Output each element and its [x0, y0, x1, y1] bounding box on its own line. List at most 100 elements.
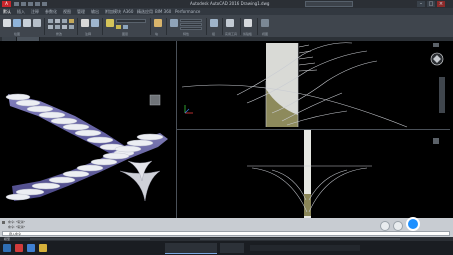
panel-view-label: 视图 [262, 32, 269, 36]
tab-insert[interactable]: 插入 [17, 8, 25, 15]
arc-icon[interactable] [33, 19, 41, 27]
ribbon-divider [257, 18, 258, 35]
tab-a360[interactable]: A360 [123, 8, 133, 15]
application-menu-button[interactable]: A [2, 1, 11, 7]
search-input[interactable] [305, 1, 353, 7]
close-button[interactable]: × [437, 1, 445, 7]
ribbon-divider [206, 18, 207, 35]
undo-icon[interactable] [35, 2, 40, 6]
autocad-icon[interactable] [15, 244, 23, 252]
panel-properties-label: 特性 [183, 32, 190, 36]
title-bar: A Autodesk AutoCAD 2016 Drawing1.dwg – □… [0, 0, 453, 8]
panel-block-label: 块 [155, 32, 159, 36]
tab-output[interactable]: 输出 [91, 8, 99, 15]
folder-icon[interactable] [39, 244, 47, 252]
tab-home[interactable]: 默认 [3, 8, 11, 15]
tab-addins[interactable]: 附加模块 [105, 8, 121, 15]
trim-icon[interactable] [62, 19, 67, 23]
viewport-top-right[interactable] [177, 41, 450, 129]
mirror-icon[interactable] [55, 25, 60, 29]
text-icon[interactable] [81, 19, 89, 27]
viewport-3d-left[interactable] [0, 41, 176, 218]
browser-icon[interactable] [27, 244, 35, 252]
tab-featured[interactable]: 精选应用 [137, 8, 153, 15]
layer-freeze-icon[interactable] [123, 25, 128, 29]
lineweight-dropdown[interactable] [180, 27, 202, 30]
ribbon-divider [222, 18, 223, 35]
viewport-bottom-right[interactable] [177, 130, 450, 218]
explode-icon[interactable] [69, 25, 74, 29]
command-history-line: 命令: *取消* [8, 220, 25, 224]
match-properties-icon[interactable] [170, 19, 178, 27]
line-icon[interactable] [3, 19, 11, 27]
tab-bim360[interactable]: BIM 360 [155, 8, 171, 15]
tab-manage[interactable]: 管理 [77, 8, 85, 15]
viewcube-icon[interactable] [149, 94, 161, 106]
stair-3d-model [5, 93, 168, 202]
polyline-icon[interactable] [13, 19, 21, 27]
circle-icon[interactable] [23, 19, 31, 27]
command-input[interactable]: 键入命令 [2, 231, 450, 236]
ribbon-tab-bar: 默认 插入 注释 参数化 视图 管理 输出 附加模块 A360 精选应用 BIM… [0, 8, 453, 15]
panel-layers-label: 图层 [122, 32, 129, 36]
status-toggle-group[interactable] [200, 238, 400, 240]
ribbon-divider [240, 18, 241, 35]
system-tray[interactable] [250, 245, 360, 251]
close-icon[interactable] [2, 221, 5, 224]
color-dropdown[interactable] [180, 19, 202, 22]
viewcube-icon[interactable] [433, 138, 439, 144]
redo-icon[interactable] [42, 2, 47, 6]
status-toggle-group[interactable] [30, 238, 150, 240]
panel-groups-label: 组 [212, 32, 216, 36]
rotate-icon[interactable] [55, 19, 60, 23]
command-prompt: 键入命令 [9, 232, 22, 236]
panel-draw-label: 绘图 [14, 32, 21, 36]
start-button[interactable] [3, 244, 11, 252]
measure-icon[interactable] [226, 19, 234, 27]
stair-profile-view [181, 42, 445, 128]
window-title: Autodesk AutoCAD 2016 Drawing1.dwg [190, 1, 270, 6]
tab-parametric[interactable]: 参数化 [45, 8, 57, 15]
pause-button[interactable] [393, 221, 403, 231]
taskbar [0, 241, 453, 255]
command-history-line: 命令: *取消* [8, 225, 25, 229]
ribbon-divider [77, 18, 78, 35]
tab-annotate[interactable]: 注释 [31, 8, 39, 15]
linetype-dropdown[interactable] [180, 23, 202, 26]
move-icon[interactable] [48, 19, 53, 23]
save-icon[interactable] [28, 2, 33, 6]
taskbar-window-button[interactable] [220, 243, 244, 253]
record-button[interactable] [380, 221, 390, 231]
panel-modify-label: 修改 [56, 32, 63, 36]
panel-annotation-label: 注释 [85, 32, 92, 36]
minimize-button[interactable]: – [417, 1, 425, 7]
panel-utilities-label: 实用工具 [225, 32, 238, 36]
ribbon-divider [44, 18, 45, 35]
layer-dropdown[interactable] [116, 19, 146, 23]
tab-performance[interactable]: Performance [175, 8, 200, 15]
erase-icon[interactable] [69, 19, 74, 23]
tab-view[interactable]: 视图 [63, 8, 71, 15]
insert-block-icon[interactable] [154, 19, 162, 27]
base-view-icon[interactable] [261, 19, 269, 27]
layer-properties-icon[interactable] [106, 19, 114, 27]
ribbon-divider [102, 18, 103, 35]
taskbar-window-button[interactable] [165, 243, 217, 254]
ucs-icon [184, 105, 193, 114]
maximize-button[interactable]: □ [427, 1, 435, 7]
new-icon[interactable] [14, 2, 19, 6]
play-button[interactable] [406, 217, 420, 231]
paste-icon[interactable] [244, 19, 252, 27]
dimension-icon[interactable] [91, 19, 99, 27]
navigation-bar[interactable] [439, 77, 445, 113]
ribbon: 绘图 修改 注释 图层 块 特性 组 实用工具 剪贴板 视图 [0, 15, 453, 38]
viewport-maximize-icon[interactable] [433, 43, 439, 47]
group-icon[interactable] [210, 19, 218, 27]
ribbon-divider [150, 18, 151, 35]
ribbon-divider [166, 18, 167, 35]
layer-on-icon[interactable] [116, 25, 121, 29]
open-icon[interactable] [21, 2, 26, 6]
fillet-icon[interactable] [62, 25, 67, 29]
copy-icon[interactable] [48, 25, 53, 29]
command-line-panel: 命令: *取消* 命令: *取消* 键入命令 [0, 217, 453, 237]
